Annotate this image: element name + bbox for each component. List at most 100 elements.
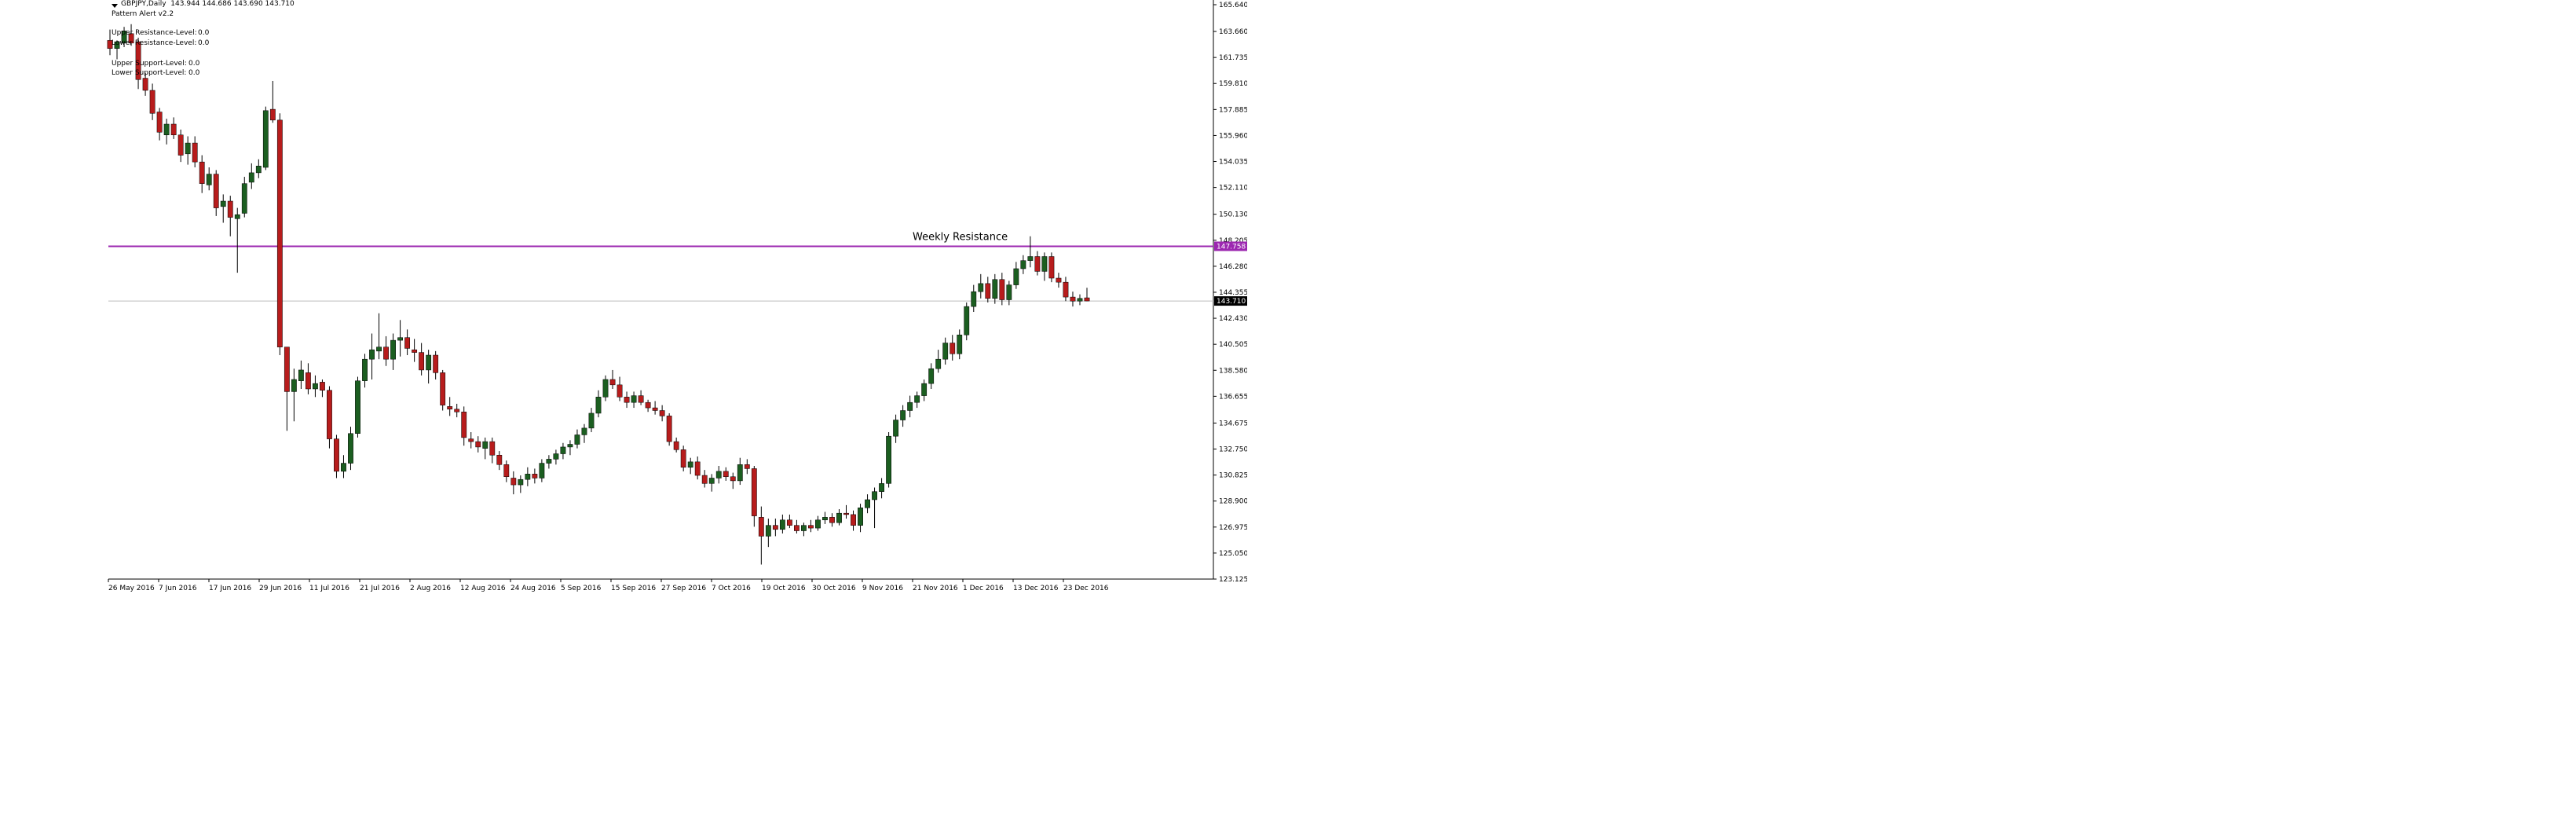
candle[interactable] [475, 436, 481, 453]
candle[interactable] [907, 395, 913, 418]
candle[interactable] [440, 369, 446, 411]
candle[interactable] [348, 427, 353, 471]
candle[interactable] [291, 368, 297, 422]
candle[interactable] [617, 376, 623, 402]
candle[interactable] [419, 343, 425, 376]
candle[interactable] [624, 391, 630, 409]
candle[interactable] [1084, 288, 1090, 302]
chart-window[interactable]: Weekly Resistance 165.640 163.660 161.735 1… [0, 0, 1247, 597]
candle[interactable] [694, 456, 701, 480]
candle[interactable] [935, 350, 942, 373]
candle[interactable] [404, 329, 411, 356]
candle[interactable] [758, 506, 764, 565]
candle[interactable] [900, 405, 906, 427]
candle[interactable] [829, 513, 835, 527]
candle[interactable] [872, 487, 877, 529]
candle[interactable] [737, 457, 743, 486]
candle[interactable] [794, 519, 800, 534]
candle[interactable] [879, 478, 884, 499]
candle[interactable] [199, 155, 205, 193]
candle[interactable] [496, 451, 503, 471]
candle[interactable] [397, 320, 403, 357]
candle[interactable] [602, 375, 609, 402]
candle[interactable] [306, 363, 311, 394]
candle[interactable] [858, 504, 863, 533]
candle[interactable] [503, 460, 510, 482]
candle[interactable] [248, 163, 254, 189]
candle[interactable] [298, 360, 304, 389]
candle[interactable] [553, 449, 559, 465]
candle[interactable] [269, 80, 276, 123]
candle[interactable] [992, 273, 998, 304]
candle[interactable] [701, 470, 708, 488]
candle[interactable] [659, 405, 665, 422]
candle[interactable] [673, 437, 679, 453]
candle[interactable] [426, 350, 432, 384]
candle[interactable] [482, 437, 488, 460]
candle[interactable] [1056, 273, 1062, 288]
candle[interactable] [192, 136, 198, 168]
candle[interactable] [510, 471, 517, 495]
candle[interactable] [687, 457, 693, 475]
candle[interactable] [744, 459, 750, 475]
candle[interactable] [334, 434, 339, 478]
candle[interactable] [525, 467, 531, 486]
candle[interactable] [447, 397, 453, 416]
candle[interactable] [327, 386, 332, 449]
candle[interactable] [978, 273, 984, 299]
candle[interactable] [680, 446, 686, 471]
candle[interactable] [185, 136, 191, 165]
candle[interactable] [957, 329, 963, 360]
candle[interactable] [609, 369, 616, 389]
candle[interactable] [320, 379, 325, 398]
candle[interactable] [454, 403, 460, 418]
candle[interactable] [220, 194, 226, 223]
candle[interactable] [942, 337, 949, 365]
candle[interactable] [284, 346, 290, 431]
candle[interactable] [355, 376, 360, 438]
candle[interactable] [433, 350, 439, 380]
candle[interactable] [1070, 292, 1076, 307]
candle[interactable] [715, 466, 722, 484]
candle[interactable] [560, 442, 566, 460]
candle[interactable] [638, 390, 644, 405]
candle[interactable] [532, 468, 538, 484]
candle[interactable] [893, 414, 899, 443]
candle[interactable] [772, 519, 778, 537]
candle[interactable] [412, 339, 418, 362]
candle[interactable] [581, 424, 587, 443]
candle[interactable] [1048, 252, 1055, 283]
candle[interactable] [822, 512, 828, 524]
candle[interactable] [539, 459, 545, 482]
candle[interactable] [276, 113, 283, 356]
candle[interactable] [1027, 236, 1034, 268]
candle[interactable] [574, 429, 580, 449]
candle[interactable] [177, 129, 184, 163]
candle[interactable] [163, 119, 170, 145]
candle[interactable] [751, 466, 757, 527]
candle[interactable] [595, 390, 602, 418]
candle[interactable] [708, 474, 715, 492]
candle[interactable] [369, 333, 375, 380]
candle[interactable] [786, 514, 792, 529]
candle[interactable] [851, 510, 856, 531]
chart-canvas[interactable]: Weekly Resistance 165.640163.660161.7351… [0, 0, 1247, 597]
candle[interactable] [921, 379, 928, 402]
candle[interactable] [964, 302, 970, 341]
candle[interactable] [645, 399, 651, 412]
candle[interactable] [652, 401, 658, 415]
candle[interactable] [390, 333, 396, 370]
candle[interactable] [1063, 277, 1069, 302]
candle[interactable] [999, 273, 1005, 306]
candle[interactable] [341, 455, 346, 478]
candle[interactable] [213, 170, 219, 216]
candle[interactable] [666, 412, 672, 446]
candle[interactable] [971, 284, 977, 312]
candle[interactable] [206, 167, 212, 191]
candle[interactable] [1020, 255, 1026, 274]
candle[interactable] [567, 440, 573, 456]
candle[interactable] [779, 514, 785, 534]
candle[interactable] [255, 159, 262, 178]
candle[interactable] [588, 408, 595, 433]
candle[interactable] [1041, 252, 1048, 281]
